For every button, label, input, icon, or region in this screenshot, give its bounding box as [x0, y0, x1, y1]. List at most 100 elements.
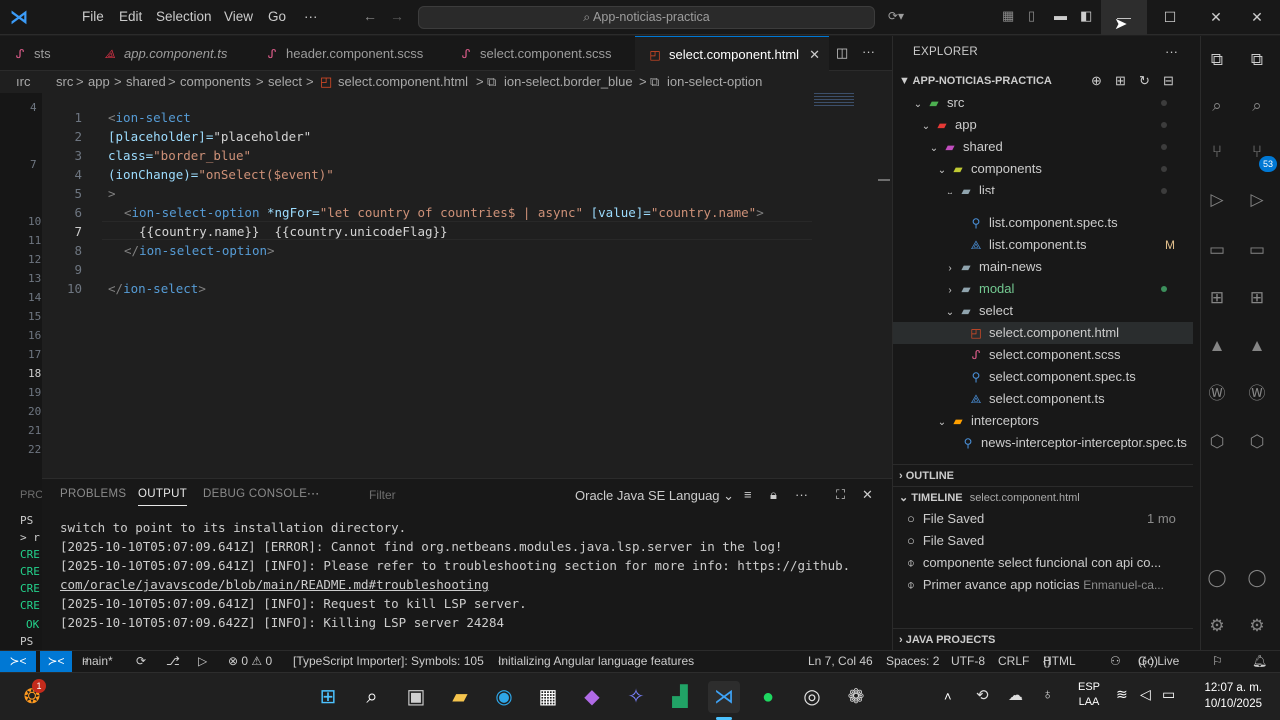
run-debug-icon[interactable]: ▷	[1245, 188, 1269, 212]
tree-item-interceptors[interactable]: ⌄ ▰ interceptors	[893, 410, 1193, 432]
tab-debug-console[interactable]: DEBUG CONSOLE	[203, 488, 307, 500]
remote-indicator-icon[interactable]: ≻<	[40, 651, 72, 672]
menu-file[interactable]: File	[82, 9, 104, 24]
toggle-panel-icon[interactable]: ▬	[1054, 8, 1067, 23]
account-icon[interactable]: ◯	[1205, 566, 1229, 590]
close-panel-icon[interactable]: ✕	[862, 487, 873, 503]
app-icon[interactable]: ◆	[576, 681, 608, 713]
timeline-item[interactable]: ⌽ componente select funcional con api co.…	[893, 552, 1193, 574]
menu-view[interactable]: View	[224, 9, 253, 24]
menu-edit[interactable]: Edit	[119, 9, 142, 24]
breadcrumb-ion-select-option[interactable]: ion-select-option	[667, 71, 762, 93]
wifi-icon[interactable]: ≋	[1116, 686, 1128, 703]
run-debug-icon[interactable]: ▷	[1205, 188, 1229, 212]
sync-icon[interactable]: ⟳	[136, 651, 146, 672]
problems-status[interactable]: ⊗ 0 ⚠ 0	[228, 651, 272, 672]
clear-output-icon[interactable]: ≡	[744, 487, 752, 502]
source-control-icon[interactable]: ⑂	[1205, 140, 1229, 164]
command-center-search[interactable]: ⌕ App-noticias-practica	[418, 6, 875, 29]
output-channel-select[interactable]: Oracle Java SE Languag ⌄	[575, 488, 734, 504]
extensions-icon[interactable]: ⊞	[1245, 286, 1269, 310]
search-icon[interactable]: ⌕	[356, 681, 388, 713]
tab-problems[interactable]: PROBLEMS	[60, 488, 126, 500]
w-icon[interactable]: Ⓦ	[1205, 382, 1229, 406]
code-editor[interactable]: 1 2 3 4 5 6 7 8 9 10 <ion-select [placeh…	[42, 93, 892, 478]
timeline-item[interactable]: ○ File Saved 1 mo	[893, 508, 1193, 530]
tree-item-main-news[interactable]: › ▰ main-news	[893, 256, 1193, 278]
tree-item-app[interactable]: ⌄ ▰ app	[893, 114, 1193, 136]
remote-explorer-icon[interactable]: ▭	[1245, 238, 1269, 262]
eol-status[interactable]: CRLF	[998, 651, 1029, 672]
tree-item-components[interactable]: ⌄ ▰ components	[893, 158, 1193, 180]
customize-layout-icon[interactable]: ▦	[1002, 8, 1014, 24]
back-arrow-icon[interactable]: ←	[363, 8, 377, 24]
timeline-item[interactable]: ○ File Saved	[893, 530, 1193, 552]
maximize-button[interactable]: ☐	[1147, 0, 1193, 35]
task-view-icon[interactable]: ▣	[400, 681, 432, 713]
tree-item-list-ts[interactable]: ⟁ list.component.ts M	[893, 234, 1193, 256]
tray-app-icon[interactable]: ⟲	[976, 686, 989, 704]
bell-icon[interactable]: 🔔︎	[1252, 651, 1267, 672]
tree-item-select-ts[interactable]: ⟁ select.component.ts	[893, 388, 1193, 410]
new-folder-icon[interactable]: ⊞	[1115, 70, 1126, 92]
output-link[interactable]: com/oracle/javavscode/blob/main/README.m…	[60, 577, 489, 592]
angular-icon[interactable]: ▲	[1205, 334, 1229, 358]
maximize-panel-icon[interactable]: ⛶	[836, 487, 845, 503]
store-icon[interactable]: ▦	[532, 681, 564, 713]
split-editor-icon[interactable]: ◫	[836, 45, 848, 61]
new-file-icon[interactable]: ⊕	[1091, 70, 1102, 92]
menu-more[interactable]: ···	[304, 9, 318, 24]
remote-indicator-icon[interactable]: ≻<	[0, 651, 36, 672]
chrome-icon[interactable]: ◎	[796, 681, 828, 713]
project-header[interactable]: ▼ APP-NOTICIAS-PRACTICA ⊕ ⊞ ↻ ⊟	[893, 70, 1193, 92]
panel-actions-icon[interactable]: ···	[795, 487, 808, 502]
app-icon[interactable]: ▟	[664, 681, 696, 713]
tree-item-interceptor-spec[interactable]: ⚲ news-interceptor-interceptor.spec.ts	[893, 432, 1193, 454]
java-projects-section[interactable]: › JAVA PROJECTS	[893, 628, 1193, 650]
tab-sts[interactable]: ᔑ sts	[0, 36, 90, 71]
tab-select-component-scss[interactable]: ᔑ select.component.scss	[440, 36, 635, 71]
outline-section[interactable]: › OUTLINE	[893, 464, 1193, 486]
copilot-icon[interactable]: ⟳▾	[888, 9, 904, 23]
explorer-icon[interactable]: ⧉	[1245, 48, 1269, 72]
edge-icon[interactable]: ◉	[488, 681, 520, 713]
tree-item-list-spec[interactable]: ⚲ list.component.spec.ts	[893, 212, 1193, 234]
breadcrumb-src[interactable]: src	[56, 71, 73, 93]
breadcrumb-ion-select[interactable]: ion-select.border_blue	[504, 71, 633, 93]
angular-icon[interactable]: ▲	[1245, 334, 1269, 358]
breadcrumb-components[interactable]: components	[180, 71, 251, 93]
breadcrumb-app[interactable]: app	[88, 71, 110, 93]
tree-item-list[interactable]: ⌄ ▰ list	[893, 180, 1193, 194]
vscode-icon[interactable]: ⋊	[708, 681, 740, 713]
breadcrumb-select[interactable]: select	[268, 71, 302, 93]
file-explorer-icon[interactable]: ▰	[444, 681, 476, 713]
box-icon[interactable]: ⬡	[1245, 430, 1269, 454]
microphone-icon[interactable]: ♁	[1042, 686, 1053, 703]
app-icon[interactable]: ❁	[840, 681, 872, 713]
chevron-up-icon[interactable]: ˄	[944, 689, 952, 704]
language-indicator[interactable]: ESP LAA	[1076, 680, 1102, 710]
copilot-icon[interactable]: ✧	[620, 681, 652, 713]
volume-icon[interactable]: ◁	[1140, 686, 1151, 703]
panel-more-icon[interactable]: ···	[307, 488, 319, 500]
tab-app-component-ts[interactable]: ⟁ app.component.ts	[90, 36, 250, 71]
tab-select-component-html[interactable]: ◰ select.component.html ✕	[635, 36, 829, 71]
search-icon[interactable]: ⌕	[1245, 94, 1269, 118]
filter-input[interactable]: Filter	[369, 488, 396, 502]
tree-item-modal[interactable]: › ▰ modal	[893, 278, 1193, 300]
more-actions-icon[interactable]: ···	[862, 44, 875, 59]
account-icon[interactable]: ◯	[1245, 566, 1269, 590]
gear-icon[interactable]: ⚙	[1245, 614, 1269, 638]
close-window-button[interactable]: ✕	[1193, 0, 1239, 35]
tree-item-shared[interactable]: ⌄ ▰ shared	[893, 136, 1193, 158]
breadcrumb-shared[interactable]: shared	[126, 71, 166, 93]
toggle-secondary-sidebar-icon[interactable]: ◧	[1080, 8, 1092, 24]
tree-item-select-scss[interactable]: ᔑ select.component.scss	[893, 344, 1193, 366]
remote-explorer-icon[interactable]: ▭	[1205, 238, 1229, 262]
refresh-icon[interactable]: ↻	[1139, 70, 1150, 92]
cursor-position[interactable]: Ln 7, Col 46	[808, 651, 873, 672]
w-icon[interactable]: Ⓦ	[1245, 382, 1269, 406]
forward-arrow-icon[interactable]: →	[390, 8, 404, 24]
extensions-icon[interactable]: ⊞	[1205, 286, 1229, 310]
tab-header-component-scss[interactable]: ᔑ header.component.scss	[250, 36, 440, 71]
